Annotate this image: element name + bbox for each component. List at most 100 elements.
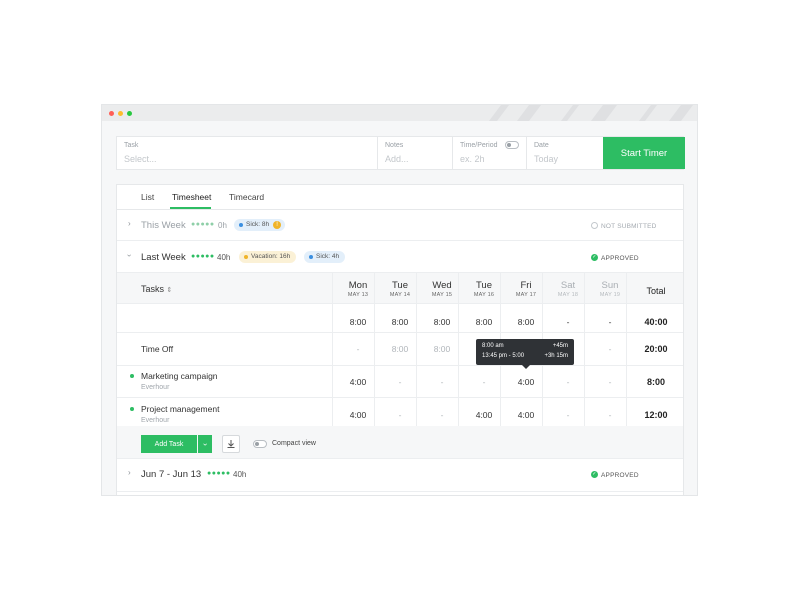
sick-badge-label: Sick: 4h bbox=[316, 253, 340, 260]
time-cell[interactable]: 8:00 bbox=[421, 344, 463, 354]
compact-view-label: Compact view bbox=[272, 440, 316, 447]
task-status-dot-icon bbox=[130, 407, 134, 411]
sick-badge: Sick: 8h ! bbox=[234, 219, 286, 231]
col-divider bbox=[332, 272, 333, 426]
time-cell[interactable]: 4:00 bbox=[463, 410, 505, 420]
tooltip-start: 8:00 am bbox=[482, 343, 504, 349]
time-entry-form: Task Select... Notes Add... Time/Period … bbox=[116, 136, 685, 170]
notes-input[interactable]: Add... bbox=[385, 154, 409, 164]
chevron-down-icon: › bbox=[200, 442, 210, 446]
week-title: Last Week bbox=[141, 252, 186, 263]
total-header: Total bbox=[646, 286, 666, 296]
time-cell[interactable]: - bbox=[421, 377, 463, 387]
vacation-badge-label: Vacation: 16h bbox=[251, 253, 291, 260]
tasks-header-label: Tasks bbox=[141, 284, 165, 294]
divider bbox=[117, 458, 683, 459]
compact-view-toggle[interactable] bbox=[253, 440, 267, 448]
date-header: MAY 16 bbox=[473, 292, 495, 298]
timesheet-panel: List Timesheet Timecard › This Week ●●●●… bbox=[116, 184, 684, 495]
progress-dots-icon: ●●●●● bbox=[207, 470, 231, 477]
week-hours: 40h bbox=[217, 253, 231, 262]
date-header: MAY 19 bbox=[599, 292, 621, 298]
time-period-field[interactable]: Time/Period ex. 2h bbox=[453, 137, 527, 169]
task-name: Time Off bbox=[141, 344, 174, 354]
divider bbox=[117, 365, 683, 366]
sick-dot-icon bbox=[239, 223, 243, 227]
time-cell[interactable]: 4:00 bbox=[505, 410, 547, 420]
time-period-toggle[interactable] bbox=[505, 141, 519, 149]
summary-cell: 8:00 bbox=[391, 317, 409, 327]
week-title: Jun 7 - Jun 13 bbox=[141, 469, 202, 480]
time-cell[interactable]: - bbox=[337, 344, 379, 354]
status-approved: ✓ APPROVED bbox=[591, 471, 639, 479]
task-field[interactable]: Task Select... bbox=[117, 137, 378, 169]
task-select[interactable]: Select... bbox=[124, 154, 157, 164]
task-status-dot-icon bbox=[130, 374, 134, 378]
summary-cell: - bbox=[608, 317, 612, 327]
window-titlebar bbox=[102, 105, 697, 121]
time-period-label: Time/Period bbox=[460, 142, 498, 149]
time-cell[interactable]: 8:00 bbox=[379, 344, 421, 354]
divider bbox=[117, 240, 683, 241]
week-title: This Week bbox=[141, 220, 186, 231]
tab-timesheet[interactable]: Timesheet bbox=[172, 192, 211, 202]
week-hours: 0h bbox=[218, 221, 227, 230]
download-button[interactable] bbox=[222, 435, 240, 453]
time-cell[interactable]: - bbox=[589, 410, 631, 420]
status-approved: ✓ APPROVED bbox=[591, 254, 639, 262]
app-window: Task Select... Notes Add... Time/Period … bbox=[101, 104, 698, 496]
chevron-right-icon[interactable]: › bbox=[128, 219, 131, 228]
time-cell[interactable]: - bbox=[589, 377, 631, 387]
day-header-tue: Tue bbox=[391, 280, 409, 291]
time-cell[interactable]: - bbox=[463, 377, 505, 387]
week-hours: 40h bbox=[233, 470, 247, 479]
notes-field[interactable]: Notes Add... bbox=[378, 137, 453, 169]
time-cell[interactable]: - bbox=[589, 344, 631, 354]
minimize-window-icon[interactable] bbox=[118, 111, 123, 116]
time-cell[interactable]: 4:00 bbox=[505, 377, 547, 387]
maximize-window-icon[interactable] bbox=[127, 111, 132, 116]
summary-total: 40:00 bbox=[644, 317, 668, 327]
date-header: MAY 14 bbox=[389, 292, 411, 298]
tooltip-offset: +45m bbox=[552, 343, 568, 349]
add-task-dropdown-button[interactable]: › bbox=[198, 435, 212, 453]
time-cell[interactable]: - bbox=[421, 410, 463, 420]
date-label: Date bbox=[534, 142, 549, 149]
task-name[interactable]: Project management bbox=[141, 404, 219, 414]
summary-cell: 8:00 bbox=[517, 317, 535, 327]
status-label: NOT SUBMITTED bbox=[601, 223, 657, 230]
sick-dot-icon bbox=[309, 255, 313, 259]
download-icon bbox=[227, 440, 235, 448]
chevron-right-icon[interactable]: › bbox=[128, 468, 131, 477]
date-input[interactable]: Today bbox=[534, 154, 558, 164]
add-task-button[interactable]: Add Task bbox=[141, 435, 197, 453]
sort-icon[interactable]: ⇕ bbox=[167, 287, 173, 294]
summary-cell: 8:00 bbox=[433, 317, 451, 327]
time-cell[interactable]: 4:00 bbox=[337, 377, 379, 387]
status-label: APPROVED bbox=[601, 255, 639, 262]
time-cell[interactable]: - bbox=[379, 410, 421, 420]
time-cell[interactable]: - bbox=[547, 410, 589, 420]
sick-badge-label: Sick: 8h bbox=[246, 221, 270, 228]
day-header-sun: Sun bbox=[601, 280, 619, 291]
tab-list[interactable]: List bbox=[141, 192, 154, 202]
date-field[interactable]: Date Today bbox=[527, 137, 603, 169]
time-period-input[interactable]: ex. 2h bbox=[460, 154, 485, 164]
divider bbox=[117, 332, 683, 333]
chevron-down-icon[interactable]: › bbox=[125, 254, 134, 257]
close-window-icon[interactable] bbox=[109, 111, 114, 116]
view-tabs: List Timesheet Timecard bbox=[117, 185, 683, 210]
tasks-header[interactable]: Tasks ⇕ bbox=[141, 284, 172, 294]
time-cell[interactable]: - bbox=[547, 377, 589, 387]
task-project: Everhour bbox=[141, 417, 170, 424]
sick-badge: Sick: 4h bbox=[304, 251, 346, 263]
time-tooltip: 8:00 am +45m 13:45 pm - 5:00 +3h 15m bbox=[476, 339, 574, 369]
tab-timecard[interactable]: Timecard bbox=[229, 192, 264, 202]
time-cell[interactable]: 4:00 bbox=[337, 410, 379, 420]
task-name[interactable]: Marketing campaign bbox=[141, 371, 218, 381]
tooltip-range: 13:45 pm - 5:00 bbox=[482, 353, 525, 359]
start-timer-button[interactable]: Start Timer bbox=[603, 137, 685, 169]
summary-cell: 8:00 bbox=[475, 317, 493, 327]
time-cell[interactable]: - bbox=[379, 377, 421, 387]
task-label: Task bbox=[124, 142, 139, 149]
